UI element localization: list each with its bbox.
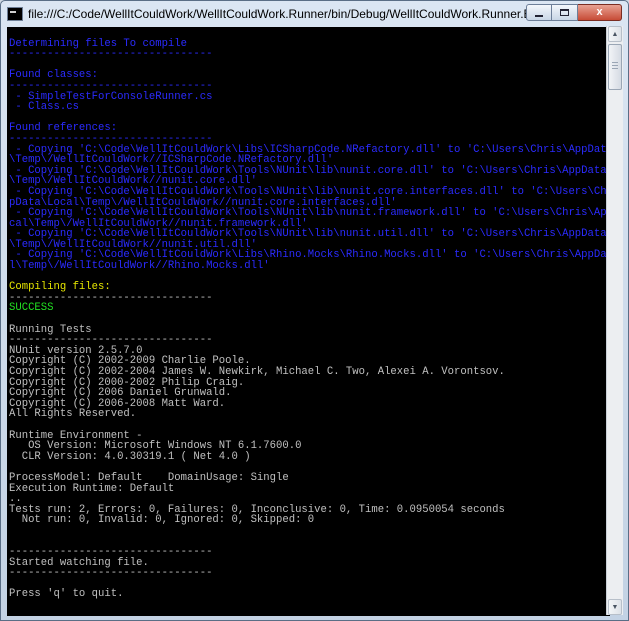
scroll-thumb[interactable] (608, 44, 622, 90)
console-line: -------------------------------- (9, 48, 213, 61)
console-line: SUCCESS (9, 302, 54, 315)
console-line: -------------------------------- (9, 79, 213, 92)
close-icon: x (596, 6, 603, 18)
minimize-button[interactable] (526, 4, 552, 21)
close-button[interactable]: x (578, 4, 622, 21)
console-line: -------------------------------- (9, 132, 213, 145)
console-line: - Copying 'C:\Code\WellItCouldWork\Tools… (9, 185, 610, 198)
vertical-scrollbar[interactable]: ▲ ▼ (606, 26, 623, 615)
maximize-button[interactable] (552, 4, 578, 21)
console-line: Not run: 0, Invalid: 0, Ignored: 0, Skip… (9, 514, 315, 527)
console-line: -------------------------------- (9, 291, 213, 304)
minimize-icon (535, 14, 543, 17)
arrow-up-icon: ▲ (611, 30, 619, 38)
window-title: file:///C:/Code/WellItCouldWork/WellItCo… (28, 7, 548, 21)
console-line: CLR Version: 4.0.30319.1 ( Net 4.0 ) (9, 450, 251, 463)
console-line: - Class.cs (9, 101, 79, 114)
console-line: Press 'q' to quit. (9, 588, 124, 601)
maximize-icon (560, 9, 569, 16)
console-lines: Determining files To compile ------------… (7, 27, 610, 600)
console-line: Execution Runtime: Default (9, 482, 175, 495)
console-line: All Rights Reserved. (9, 408, 137, 421)
arrow-down-icon: ▼ (611, 603, 619, 611)
console-line: - SimpleTestForConsoleRunner.cs (9, 90, 213, 103)
scroll-up-button[interactable]: ▲ (608, 26, 622, 42)
console-line: -------------------------------- (9, 567, 213, 580)
console-app-icon[interactable] (7, 7, 23, 21)
scroll-down-button[interactable]: ▼ (608, 599, 622, 615)
caption-buttons: x (526, 4, 622, 22)
title-bar[interactable]: file:///C:/Code/WellItCouldWork/WellItCo… (1, 1, 628, 27)
console-line: ProcessModel: Default DomainUsage: Singl… (9, 471, 289, 484)
console-window: file:///C:/Code/WellItCouldWork/WellItCo… (0, 0, 629, 621)
thumb-grip (612, 62, 618, 63)
console-line: Copyright (C) 2002-2004 James W. Newkirk… (9, 366, 505, 378)
console-output[interactable]: Determining files To compile ------------… (7, 27, 610, 616)
console-line: l\Temp\/WellItCouldWork//Rhino.Mocks.dll… (9, 260, 270, 273)
